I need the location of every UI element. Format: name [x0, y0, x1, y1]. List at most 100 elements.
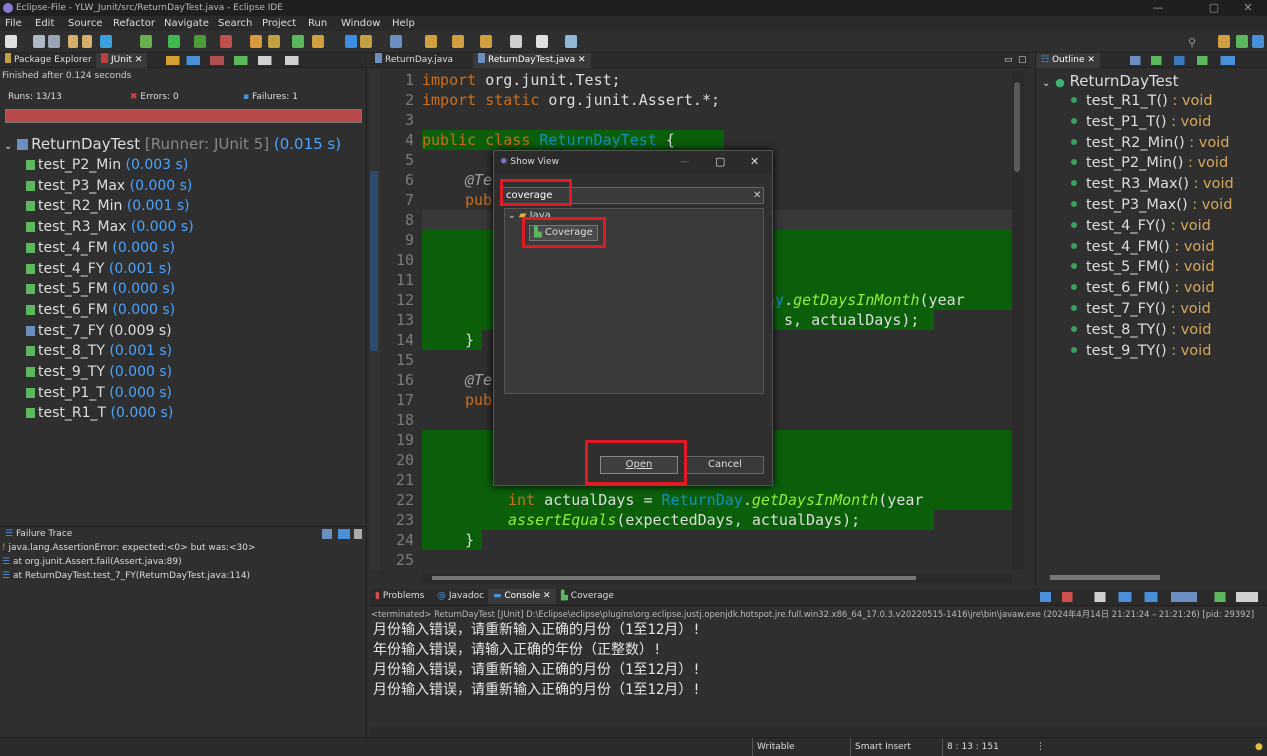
expand-chevron-icon[interactable]: ⌄	[4, 141, 12, 152]
perspective-git-icon[interactable]	[1252, 35, 1264, 48]
search-toolbar-icon[interactable]	[345, 35, 357, 48]
coverage-run-icon[interactable]	[194, 35, 206, 48]
test-item[interactable]: test_P2_Min (0.003 s)	[26, 155, 188, 175]
test-item[interactable]: test_6_FM (0.000 s)	[26, 300, 175, 320]
tab-junit[interactable]: JUnit ✕	[96, 53, 148, 68]
save-icon[interactable]	[33, 35, 45, 48]
maximize-button[interactable]: ▢	[1204, 0, 1224, 16]
menu-navigate[interactable]: Navigate	[164, 16, 209, 31]
outline-hscroll[interactable]	[1050, 575, 1160, 580]
outline-method-item[interactable]: test_7_FY() : void	[1071, 299, 1211, 320]
tab-outline[interactable]: ☷ Outline ✕	[1036, 53, 1100, 68]
status-menu-icon[interactable]: ⋮	[1036, 738, 1045, 756]
outline-method-item[interactable]: test_5_FM() : void	[1071, 257, 1215, 278]
open-perspective-icon[interactable]	[565, 35, 577, 48]
junit-toolbar-icons[interactable]	[166, 56, 336, 65]
close-window-button[interactable]: ✕	[1238, 0, 1258, 16]
outline-toolbar-icons[interactable]	[1130, 56, 1235, 65]
trace-line-0[interactable]: ! java.lang.AssertionError: expected:<0>…	[2, 543, 256, 553]
menu-help[interactable]: Help	[392, 16, 415, 31]
save-all-icon[interactable]	[48, 35, 60, 48]
trace-line-1[interactable]: ☰ at org.junit.Assert.fail(Assert.java:8…	[2, 557, 182, 567]
clear-filter-icon[interactable]: ✕	[753, 188, 761, 203]
tab-coverage[interactable]: ▙ Coverage	[556, 589, 619, 604]
outline-method-item[interactable]: test_P3_Max() : void	[1071, 195, 1232, 216]
cancel-button[interactable]: Cancel	[686, 456, 764, 474]
test-item[interactable]: test_P3_Max (0.000 s)	[26, 176, 192, 196]
outline-method-item[interactable]: test_4_FY() : void	[1071, 216, 1211, 237]
test-item[interactable]: test_4_FY (0.001 s)	[26, 259, 172, 279]
perspective-debug-icon[interactable]	[1236, 35, 1248, 48]
dialog-maximize-button[interactable]: ▢	[715, 151, 725, 173]
menu-window[interactable]: Window	[341, 16, 380, 31]
new-class-icon[interactable]	[292, 35, 304, 48]
tab-returnday-java[interactable]: ReturnDay.java	[370, 53, 458, 68]
open-type-icon[interactable]	[312, 35, 324, 48]
block-selection-icon[interactable]	[390, 35, 402, 48]
mark-occurrences-icon[interactable]	[360, 35, 372, 48]
outline-method-item[interactable]: test_4_FM() : void	[1071, 237, 1215, 258]
close-tab-icon[interactable]: ✕	[135, 55, 143, 65]
console-hscroll[interactable]	[370, 727, 1267, 736]
search-icon[interactable]: ⚲	[1188, 36, 1196, 49]
trace-toolbar-icons[interactable]	[322, 529, 362, 539]
tree-root[interactable]: ⌄ ReturnDayTest [Runner: JUnit 5] (0.015…	[4, 134, 341, 157]
console-toolbar-icons[interactable]	[1040, 592, 1258, 602]
run-icon[interactable]	[168, 35, 180, 48]
test-item[interactable]: test_5_FM (0.000 s)	[26, 279, 175, 299]
outline-method-item[interactable]: test_9_TY() : void	[1071, 341, 1211, 362]
external-tools-icon[interactable]	[220, 35, 232, 48]
editor-scroll-thumb[interactable]	[1014, 82, 1020, 172]
test-item[interactable]: test_R3_Max (0.000 s)	[26, 217, 194, 237]
undo-icon[interactable]	[68, 35, 78, 48]
new-java-project-icon[interactable]	[250, 35, 262, 48]
editor-horizontal-scrollbar[interactable]	[422, 573, 1012, 583]
trace-line-2[interactable]: ☰ at ReturnDayTest.test_7_FY(ReturnDayTe…	[2, 571, 250, 581]
test-item[interactable]: test_4_FM (0.000 s)	[26, 238, 175, 258]
menu-refactor[interactable]: Refactor	[113, 16, 155, 31]
debug-icon[interactable]	[140, 35, 152, 48]
outline-method-item[interactable]: test_R1_T() : void	[1071, 91, 1213, 112]
dialog-minimize-button[interactable]: —	[680, 151, 689, 173]
menu-source[interactable]: Source	[68, 16, 102, 31]
tab-problems[interactable]: ▮ Problems	[370, 589, 429, 604]
close-tab-icon[interactable]: ✕	[578, 55, 586, 65]
maximize-editor-icon[interactable]: ▢	[1018, 53, 1027, 68]
tab-returndaytest-java[interactable]: ReturnDayTest.java ✕	[473, 53, 591, 68]
menu-project[interactable]: Project	[262, 16, 296, 31]
lightbulb-icon[interactable]: ●	[1255, 738, 1263, 756]
outline-method-item[interactable]: test_6_FM() : void	[1071, 278, 1215, 299]
tab-javadoc[interactable]: @ Javadoc	[432, 589, 489, 604]
prev-annotation-icon[interactable]	[452, 35, 464, 48]
terminal-icon[interactable]	[100, 35, 112, 48]
minimize-editor-icon[interactable]: ▭	[1004, 53, 1013, 68]
menu-edit[interactable]: Edit	[35, 16, 54, 31]
new-package-icon[interactable]	[268, 35, 280, 48]
editor-hscroll-thumb[interactable]	[432, 576, 916, 580]
redo-icon[interactable]	[82, 35, 92, 48]
minimize-button[interactable]: —	[1148, 0, 1168, 16]
outline-method-item[interactable]: test_R2_Min() : void	[1071, 133, 1230, 154]
outline-method-item[interactable]: test_P2_Min() : void	[1071, 153, 1228, 174]
close-tab-icon[interactable]: ✕	[1087, 55, 1095, 65]
expand-chevron-icon[interactable]: ⌄	[1042, 78, 1050, 89]
menu-run[interactable]: Run	[308, 16, 327, 31]
pin-editor-icon[interactable]	[536, 35, 548, 48]
expand-chevron-icon[interactable]: ⌄	[508, 211, 516, 221]
test-item[interactable]: test_P1_T (0.000 s)	[26, 383, 172, 403]
forward-icon[interactable]	[510, 35, 522, 48]
menu-search[interactable]: Search	[218, 16, 252, 31]
test-item[interactable]: test_8_TY (0.001 s)	[26, 341, 172, 361]
outline-method-item[interactable]: test_R3_Max() : void	[1071, 174, 1234, 195]
outline-method-item[interactable]: test_8_TY() : void	[1071, 320, 1211, 341]
dialog-titlebar[interactable]: ✺ Show View — ▢ ✕	[494, 151, 772, 173]
perspective-java-icon[interactable]	[1218, 35, 1230, 48]
test-item[interactable]: test_7_FY (0.009 s)	[26, 321, 172, 341]
back-icon[interactable]	[480, 35, 492, 48]
next-annotation-icon[interactable]	[425, 35, 437, 48]
test-item[interactable]: test_R1_T (0.000 s)	[26, 403, 173, 423]
menu-file[interactable]: File	[5, 16, 22, 31]
close-tab-icon[interactable]: ✕	[543, 591, 551, 601]
tab-console[interactable]: ▬ Console ✕	[488, 589, 556, 604]
dialog-close-button[interactable]: ✕	[750, 151, 759, 173]
